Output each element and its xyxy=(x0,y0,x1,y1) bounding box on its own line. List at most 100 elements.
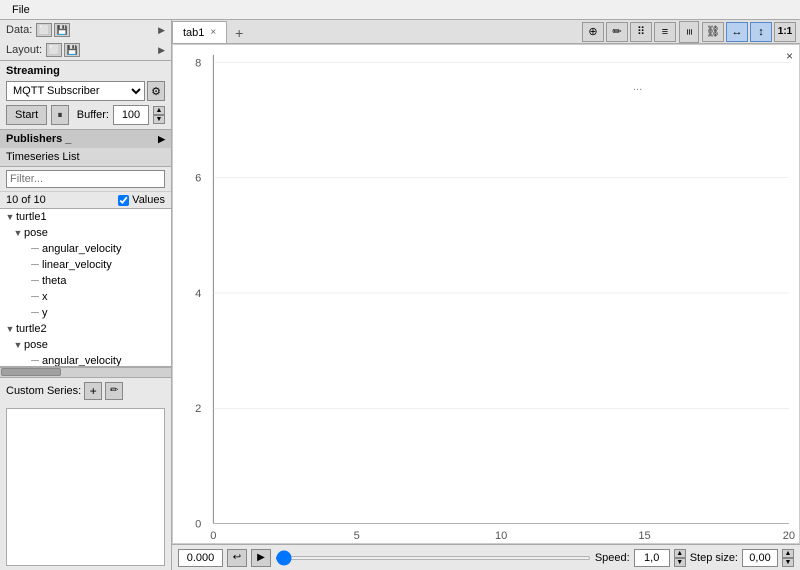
mqtt-row: MQTT Subscriber ⚙ xyxy=(6,81,165,101)
mqtt-subscriber-select[interactable]: MQTT Subscriber xyxy=(6,81,145,101)
tree-line-6: ─ xyxy=(28,355,42,367)
layout-open-btn[interactable]: ⬜ xyxy=(46,43,62,57)
buffer-spin-down[interactable]: ▼ xyxy=(153,115,165,124)
play-btn[interactable]: ▶ xyxy=(251,549,271,567)
custom-series-text xyxy=(6,408,165,567)
toolbar-grid-h-btn[interactable]: ≡ xyxy=(654,22,676,42)
svg-text:15: 15 xyxy=(638,530,650,542)
tree-item-turtle1-angular[interactable]: ─ angular_velocity xyxy=(8,241,171,257)
chart-toolbar: ⊕ ✏ ⠿ ≡ ≡ ⛓ ↔ ↕ 1:1 xyxy=(582,22,800,42)
tree-item-turtle1-linear[interactable]: ─ linear_velocity xyxy=(8,257,171,273)
filter-input[interactable] xyxy=(6,170,165,188)
data-section: Data: ⬜ 💾 ▶ Layout: ⬜ 💾 ▶ xyxy=(0,20,171,61)
tree-expand-turtle1[interactable]: ▼ xyxy=(4,212,16,222)
custom-series-label: Custom Series: xyxy=(6,385,81,397)
step-input[interactable] xyxy=(742,549,778,567)
tree-label-turtle2-angular: angular_velocity xyxy=(42,355,122,367)
tabs-left: tab1 × + xyxy=(172,20,249,43)
tree-scrollbar-h[interactable] xyxy=(0,367,171,377)
pause-button[interactable]: ⏸ xyxy=(51,105,69,125)
publishers-arrow: ▶ xyxy=(158,134,165,145)
mqtt-settings-btn[interactable]: ⚙ xyxy=(147,81,165,101)
left-panel: Data: ⬜ 💾 ▶ Layout: ⬜ 💾 ▶ Streaming MQTT… xyxy=(0,20,172,570)
svg-text:5: 5 xyxy=(354,530,360,542)
data-open-btn[interactable]: ⬜ xyxy=(36,23,52,37)
buffer-spinner: ▲ ▼ xyxy=(153,106,165,124)
add-tab-btn[interactable]: + xyxy=(229,23,249,43)
speed-spin-down[interactable]: ▼ xyxy=(674,558,686,567)
toolbar-link-btn[interactable]: ⛓ xyxy=(702,22,724,42)
toolbar-scatter-btn[interactable]: ⠿ xyxy=(630,22,652,42)
tab1-close[interactable]: × xyxy=(210,27,216,38)
toolbar-pencil-btn[interactable]: ✏ xyxy=(606,22,628,42)
tree-line-4: ─ xyxy=(28,291,42,303)
values-checkbox[interactable] xyxy=(118,195,129,206)
tree-line-1: ─ xyxy=(28,243,42,255)
count-row: 10 of 10 Values xyxy=(0,192,171,208)
speed-input[interactable] xyxy=(634,549,670,567)
svg-text:20: 20 xyxy=(783,530,795,542)
tree-item-turtle1-y[interactable]: ─ y xyxy=(8,305,171,321)
custom-add-btn[interactable]: + xyxy=(84,382,102,400)
tree-item-turtle1[interactable]: ▼ turtle1 xyxy=(0,209,171,225)
publishers-section: Publishers _ ▶ Timeseries List 10 of 10 … xyxy=(0,130,171,209)
toolbar-crosshair-btn[interactable]: ⊕ xyxy=(582,22,604,42)
buffer-input[interactable] xyxy=(113,105,149,125)
menu-bar: File xyxy=(0,0,800,20)
tree-node-turtle2: ▼ turtle2 ▼ pose ─ angular_velocity ─ li… xyxy=(0,321,171,367)
tree-item-turtle1-x[interactable]: ─ x xyxy=(8,289,171,305)
speed-spin-up[interactable]: ▲ xyxy=(674,549,686,558)
tab1-label: tab1 xyxy=(183,27,204,39)
svg-text:2: 2 xyxy=(195,403,201,415)
tree-line-2: ─ xyxy=(28,259,42,271)
tree-label-turtle1-y: y xyxy=(42,307,48,319)
right-panel: tab1 × + ⊕ ✏ ⠿ ≡ ≡ ⛓ ↔ xyxy=(172,20,800,570)
custom-edit-btn[interactable]: ✏ xyxy=(105,382,123,400)
svg-text:4: 4 xyxy=(195,288,201,300)
main-layout: Data: ⬜ 💾 ▶ Layout: ⬜ 💾 ▶ Streaming MQTT… xyxy=(0,20,800,570)
tree-item-turtle2-pose[interactable]: ▼ pose xyxy=(8,337,171,353)
chart-area: × ... 0 2 4 6 xyxy=(172,44,800,544)
tree-expand-turtle2[interactable]: ▼ xyxy=(4,324,16,334)
tree-item-turtle1-theta[interactable]: ─ theta xyxy=(8,273,171,289)
tree-label-turtle1-linear: linear_velocity xyxy=(42,259,112,271)
svg-text:0: 0 xyxy=(210,530,216,542)
tree-item-turtle2[interactable]: ▼ turtle2 xyxy=(0,321,171,337)
step-spin-down[interactable]: ▼ xyxy=(782,558,794,567)
scrollbar-thumb[interactable] xyxy=(1,368,61,376)
data-label: Data: xyxy=(6,24,32,36)
tree-item-turtle2-angular[interactable]: ─ angular_velocity xyxy=(8,353,171,367)
toolbar-1to1-btn[interactable]: 1:1 xyxy=(774,22,796,42)
progress-slider[interactable] xyxy=(275,556,591,560)
tree-container[interactable]: ▼ turtle1 ▼ pose ─ angular_velocity ─ li… xyxy=(0,209,171,367)
layout-save-btn[interactable]: 💾 xyxy=(64,43,80,57)
timeseries-label: Timeseries List xyxy=(0,148,171,167)
count-label: 10 of 10 xyxy=(6,194,46,206)
svg-text:8: 8 xyxy=(195,58,201,70)
tree-label-turtle2: turtle2 xyxy=(16,323,47,335)
tree-label-turtle1-angular: angular_velocity xyxy=(42,243,122,255)
values-checkbox-row: Values xyxy=(118,194,165,206)
start-button[interactable]: Start xyxy=(6,105,47,125)
publishers-label: Publishers _ xyxy=(6,133,71,145)
rewind-btn[interactable]: ↩ xyxy=(227,549,247,567)
tree-label-turtle2-pose: pose xyxy=(24,339,48,351)
tab-bar: tab1 × + ⊕ ✏ ⠿ ≡ ≡ ⛓ ↔ xyxy=(172,20,800,44)
svg-text:6: 6 xyxy=(195,173,201,185)
data-row: Data: ⬜ 💾 ▶ xyxy=(0,20,171,40)
buffer-spin-up[interactable]: ▲ xyxy=(153,106,165,115)
tree-expand-turtle1-pose[interactable]: ▼ xyxy=(12,228,24,238)
tree-expand-turtle2-pose[interactable]: ▼ xyxy=(12,340,24,350)
toolbar-zoom-x-btn[interactable]: ↔ xyxy=(726,22,748,42)
toolbar-grid-v-btn[interactable]: ≡ xyxy=(679,21,699,43)
publishers-header[interactable]: Publishers _ ▶ xyxy=(0,130,171,148)
svg-text:0: 0 xyxy=(195,519,201,531)
streaming-section: Streaming MQTT Subscriber ⚙ Start ⏸ Buff… xyxy=(0,61,171,130)
step-spin-up[interactable]: ▲ xyxy=(782,549,794,558)
toolbar-zoom-y-btn[interactable]: ↕ xyxy=(750,22,772,42)
layout-arrow: ▶ xyxy=(158,45,165,56)
data-save-btn[interactable]: 💾 xyxy=(54,23,70,37)
tree-item-turtle1-pose[interactable]: ▼ pose xyxy=(8,225,171,241)
menu-file[interactable]: File xyxy=(6,2,36,18)
tab-tab1[interactable]: tab1 × xyxy=(172,21,227,43)
